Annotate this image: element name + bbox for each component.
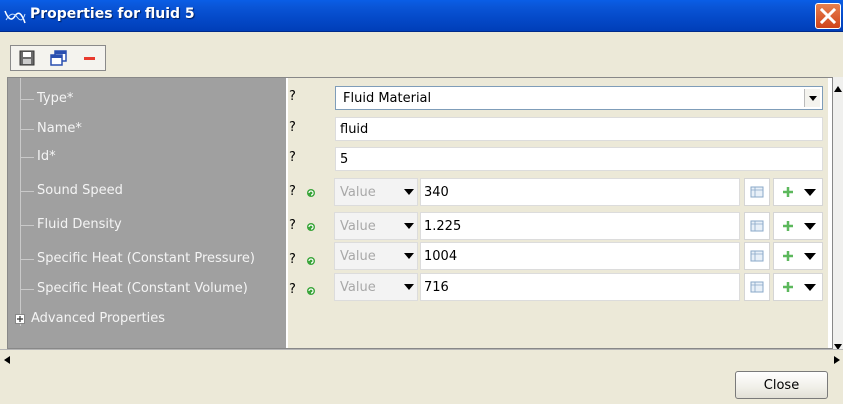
chevron-down-icon[interactable] [404,223,414,229]
remove-button[interactable] [79,48,101,68]
type-help[interactable]: ? [289,89,296,104]
type-select[interactable]: Fluid Material [335,86,823,110]
plus-icon [782,281,794,297]
table-icon [745,281,769,304]
specific-heat-cp-label: Specific Heat (Constant Pressure) [37,251,255,266]
specific-heat-cp-help[interactable]: ? [289,252,296,267]
chevron-down-icon[interactable] [804,189,816,196]
label-column: Type* Name* Id* Sound Speed Fluid Densit… [8,78,287,348]
id-label: Id* [37,149,56,164]
chevron-down-icon[interactable] [804,284,816,291]
plus-icon [782,220,794,236]
close-button[interactable]: Close [735,371,828,399]
save-icon [17,48,39,68]
table-icon [745,250,769,273]
copy-window-icon [49,48,71,68]
fluid-density-field[interactable]: 1.225 [420,212,740,240]
chevron-down-icon[interactable] [404,253,414,259]
sound-speed-table-button[interactable] [744,178,770,206]
sound-speed-add-button[interactable] [773,178,823,206]
fluid-density-table-button[interactable] [744,212,770,240]
id-value: 5 [340,152,349,167]
copy-window-button[interactable] [49,48,71,68]
chevron-down-icon[interactable] [804,223,816,230]
table-icon [745,186,769,209]
specific-heat-cp-field[interactable]: 1004 [420,242,740,270]
fluid-density-mode: Value [340,219,376,234]
specific-heat-cp-mode-select[interactable]: Value [334,242,418,270]
specific-heat-cv-add-button[interactable] [773,273,823,301]
plus-icon [782,186,794,202]
toolbar [10,45,106,71]
chevron-down-icon[interactable] [804,89,820,107]
fluid-density-label: Fluid Density [37,217,122,232]
sound-speed-value: 340 [424,185,449,200]
sound-speed-label: Sound Speed [37,183,123,198]
type-value: Fluid Material [343,91,432,106]
advanced-properties-label[interactable]: Advanced Properties [31,311,165,326]
horizontal-scrollbar[interactable] [0,349,843,364]
app-curve-icon [4,6,26,26]
green-refresh-icon[interactable] [306,187,316,197]
specific-heat-cp-add-button[interactable] [773,242,823,270]
specific-heat-cv-help[interactable]: ? [289,282,296,297]
fluid-density-add-button[interactable] [773,212,823,240]
sound-speed-field[interactable]: 340 [420,178,740,206]
sound-speed-mode-select[interactable]: Value [334,178,418,206]
specific-heat-cv-mode: Value [340,280,376,295]
scroll-left-icon[interactable] [4,353,10,368]
expand-plus-icon[interactable] [15,314,25,324]
sound-speed-mode: Value [340,185,376,200]
green-refresh-icon[interactable] [306,221,316,231]
vertical-scrollbar[interactable] [833,77,843,350]
name-value: fluid [340,122,369,137]
chevron-down-icon[interactable] [404,189,414,195]
close-icon [819,7,837,25]
type-label: Type* [37,91,74,106]
specific-heat-cv-field[interactable]: 716 [420,273,740,301]
specific-heat-cv-value: 716 [424,280,449,295]
sound-speed-help[interactable]: ? [289,184,296,199]
specific-heat-cv-table-button[interactable] [744,273,770,301]
name-label: Name* [37,121,82,136]
green-refresh-icon[interactable] [306,255,316,265]
name-field[interactable]: fluid [335,117,823,141]
specific-heat-cp-value: 1004 [424,249,458,264]
specific-heat-cv-mode-select[interactable]: Value [334,273,418,301]
fluid-density-help[interactable]: ? [289,218,296,233]
green-refresh-icon[interactable] [306,285,316,295]
chevron-down-icon[interactable] [404,284,414,290]
name-help[interactable]: ? [289,120,296,135]
table-icon [745,220,769,243]
remove-icon [79,48,101,68]
id-field[interactable]: 5 [335,147,823,171]
scroll-up-icon[interactable] [834,81,842,96]
title-bar: Properties for fluid 5 [0,0,843,32]
save-button[interactable] [17,48,39,68]
chevron-down-icon[interactable] [804,253,816,260]
window-title: Properties for fluid 5 [30,6,195,22]
specific-heat-cp-mode: Value [340,249,376,264]
specific-heat-cp-table-button[interactable] [744,242,770,270]
plus-icon [782,250,794,266]
window-close-button[interactable] [815,3,841,29]
specific-heat-cv-label: Specific Heat (Constant Volume) [37,281,248,296]
scroll-right-icon[interactable] [834,353,840,368]
fluid-density-value: 1.225 [424,219,462,234]
fluid-density-mode-select[interactable]: Value [334,212,418,240]
id-help[interactable]: ? [289,150,296,165]
